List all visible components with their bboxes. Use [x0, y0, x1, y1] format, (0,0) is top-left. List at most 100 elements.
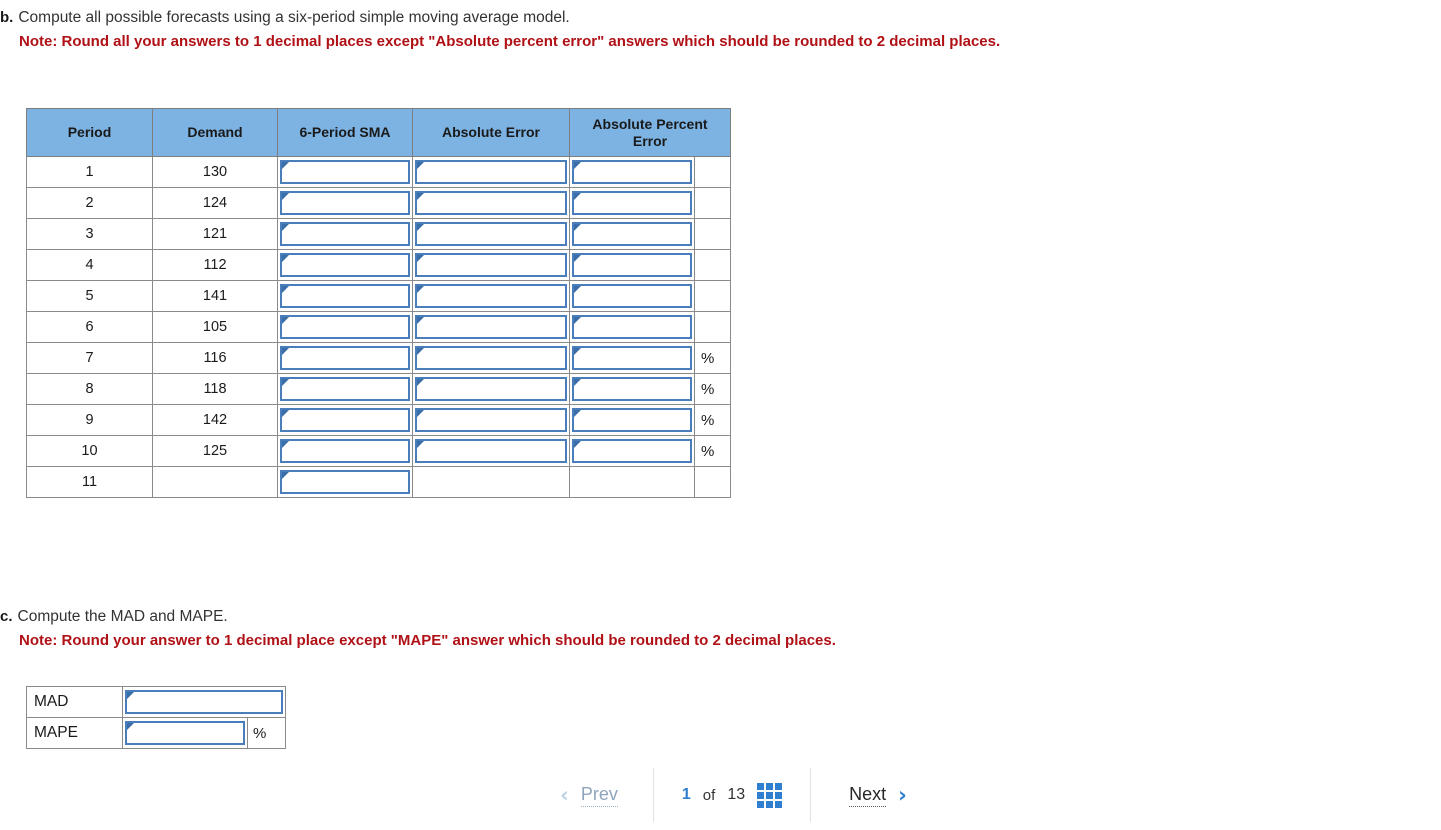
absolute-error-input[interactable]: [419, 162, 567, 182]
absolute-percent-error-inputbox[interactable]: [572, 377, 692, 401]
cell-sma-input[interactable]: [277, 218, 413, 250]
sma-inputbox[interactable]: [280, 160, 410, 184]
mape-input[interactable]: [129, 723, 245, 743]
sma-input[interactable]: [284, 193, 410, 213]
next-button[interactable]: Next ›: [815, 768, 941, 822]
sma-inputbox[interactable]: [280, 191, 410, 215]
mape-input-cell[interactable]: [122, 717, 248, 749]
cell-absolute-error-input[interactable]: [412, 404, 570, 436]
absolute-error-inputbox[interactable]: [415, 284, 567, 308]
absolute-error-input[interactable]: [419, 410, 567, 430]
sma-input[interactable]: [284, 162, 410, 182]
sma-input[interactable]: [284, 379, 410, 399]
cell-absolute-error-input[interactable]: [412, 187, 570, 219]
sma-inputbox[interactable]: [280, 253, 410, 277]
absolute-error-input[interactable]: [419, 379, 567, 399]
cell-absolute-error-input[interactable]: [412, 249, 570, 281]
absolute-percent-error-input[interactable]: [576, 441, 692, 461]
sma-input[interactable]: [284, 255, 410, 275]
absolute-percent-error-input[interactable]: [576, 224, 692, 244]
absolute-percent-error-inputbox[interactable]: [572, 222, 692, 246]
sma-input[interactable]: [284, 317, 410, 337]
absolute-percent-error-inputbox[interactable]: [572, 346, 692, 370]
cell-absolute-percent-error-input[interactable]: [569, 218, 695, 250]
absolute-percent-error-input[interactable]: [576, 286, 692, 306]
cell-absolute-percent-error-input[interactable]: [569, 404, 695, 436]
cell-sma-input[interactable]: [277, 373, 413, 405]
absolute-percent-error-input[interactable]: [576, 255, 692, 275]
sma-inputbox[interactable]: [280, 408, 410, 432]
sma-input[interactable]: [284, 286, 410, 306]
cell-sma-input[interactable]: [277, 404, 413, 436]
cell-sma-input[interactable]: [277, 187, 413, 219]
cell-absolute-error-input[interactable]: [412, 435, 570, 467]
cell-absolute-error-input[interactable]: [412, 342, 570, 374]
absolute-percent-error-input[interactable]: [576, 317, 692, 337]
sma-inputbox[interactable]: [280, 284, 410, 308]
cell-sma-input[interactable]: [277, 156, 413, 188]
cell-sma-input[interactable]: [277, 342, 413, 374]
prev-label[interactable]: Prev: [580, 784, 618, 807]
absolute-percent-error-inputbox[interactable]: [572, 408, 692, 432]
sma-input[interactable]: [284, 348, 410, 368]
absolute-error-inputbox[interactable]: [415, 160, 567, 184]
sma-input[interactable]: [284, 224, 410, 244]
absolute-error-input[interactable]: [419, 317, 567, 337]
cell-absolute-percent-error-input[interactable]: [569, 435, 695, 467]
sma-input[interactable]: [284, 472, 410, 492]
absolute-error-input[interactable]: [419, 224, 567, 244]
absolute-error-inputbox[interactable]: [415, 408, 567, 432]
absolute-error-inputbox[interactable]: [415, 346, 567, 370]
cell-absolute-error-input[interactable]: [412, 280, 570, 312]
cell-absolute-percent-error-input[interactable]: [569, 373, 695, 405]
cell-absolute-error-input[interactable]: [412, 311, 570, 343]
absolute-error-input[interactable]: [419, 193, 567, 213]
prev-button[interactable]: ‹ Prev: [529, 768, 649, 822]
next-label[interactable]: Next: [849, 784, 887, 807]
absolute-error-inputbox[interactable]: [415, 253, 567, 277]
cell-absolute-percent-error-input[interactable]: [569, 311, 695, 343]
absolute-percent-error-inputbox[interactable]: [572, 253, 692, 277]
cell-absolute-error-input[interactable]: [412, 373, 570, 405]
cell-absolute-percent-error-input[interactable]: [569, 187, 695, 219]
sma-inputbox[interactable]: [280, 346, 410, 370]
absolute-error-input[interactable]: [419, 348, 567, 368]
absolute-percent-error-input[interactable]: [576, 410, 692, 430]
sma-input[interactable]: [284, 441, 410, 461]
absolute-error-input[interactable]: [419, 255, 567, 275]
sma-input[interactable]: [284, 410, 410, 430]
absolute-percent-error-input[interactable]: [576, 348, 692, 368]
absolute-percent-error-inputbox[interactable]: [572, 160, 692, 184]
cell-sma-input[interactable]: [277, 466, 413, 498]
mape-inputbox[interactable]: [125, 721, 245, 745]
cell-absolute-percent-error-input[interactable]: [569, 156, 695, 188]
mad-input-cell[interactable]: [122, 686, 286, 718]
absolute-percent-error-input[interactable]: [576, 193, 692, 213]
cell-absolute-percent-error-input[interactable]: [569, 342, 695, 374]
absolute-percent-error-input[interactable]: [576, 162, 692, 182]
cell-absolute-percent-error-input[interactable]: [569, 280, 695, 312]
absolute-error-inputbox[interactable]: [415, 439, 567, 463]
absolute-error-inputbox[interactable]: [415, 222, 567, 246]
sma-inputbox[interactable]: [280, 439, 410, 463]
absolute-percent-error-input[interactable]: [576, 379, 692, 399]
sma-inputbox[interactable]: [280, 222, 410, 246]
cell-sma-input[interactable]: [277, 249, 413, 281]
cell-absolute-error-input[interactable]: [412, 218, 570, 250]
cell-absolute-error-input[interactable]: [412, 156, 570, 188]
mad-inputbox[interactable]: [125, 690, 283, 714]
absolute-error-inputbox[interactable]: [415, 377, 567, 401]
absolute-error-input[interactable]: [419, 441, 567, 461]
mad-input[interactable]: [129, 692, 283, 712]
absolute-percent-error-inputbox[interactable]: [572, 284, 692, 308]
absolute-percent-error-inputbox[interactable]: [572, 191, 692, 215]
cell-sma-input[interactable]: [277, 311, 413, 343]
absolute-error-input[interactable]: [419, 286, 567, 306]
sma-inputbox[interactable]: [280, 377, 410, 401]
cell-sma-input[interactable]: [277, 435, 413, 467]
sma-inputbox[interactable]: [280, 315, 410, 339]
cell-absolute-percent-error-input[interactable]: [569, 249, 695, 281]
grid-view-icon[interactable]: [757, 782, 783, 808]
absolute-percent-error-inputbox[interactable]: [572, 439, 692, 463]
sma-inputbox[interactable]: [280, 470, 410, 494]
